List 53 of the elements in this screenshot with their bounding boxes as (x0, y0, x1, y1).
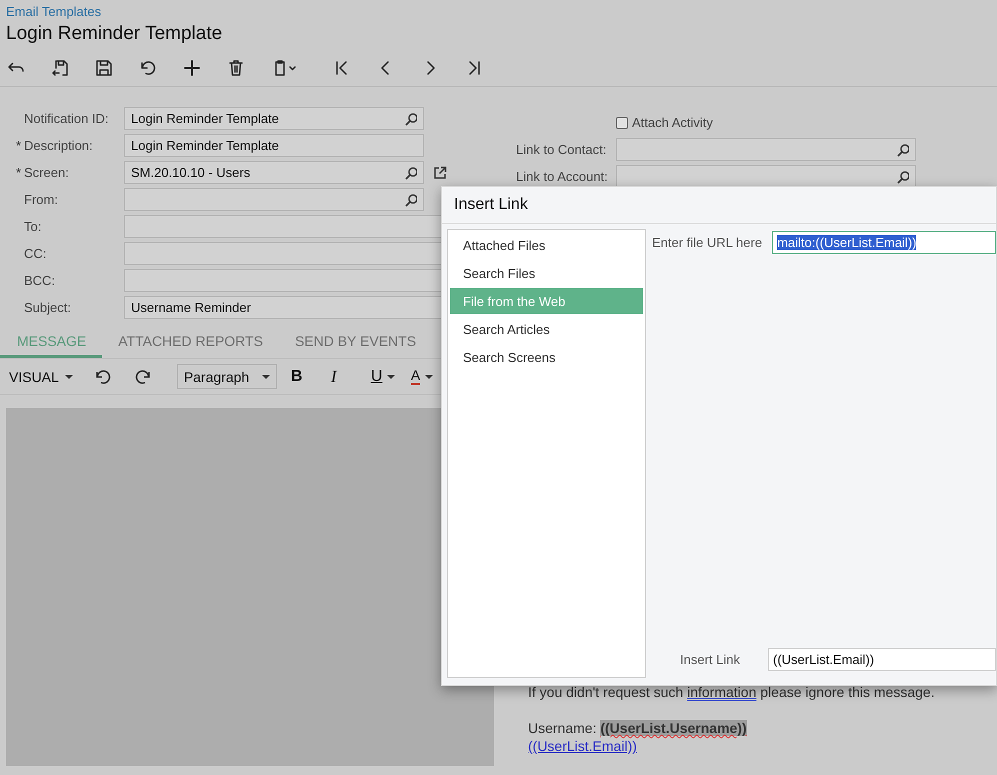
link-text-field[interactable]: ((UserList.Email)) (768, 648, 996, 671)
field-label: Notification ID: (24, 111, 110, 126)
save-icon[interactable] (94, 58, 114, 78)
field-label: Link to Account: (516, 169, 609, 184)
input-field[interactable]: Login Reminder Template (124, 107, 424, 130)
search-icon[interactable] (403, 166, 417, 180)
mode-dropdown[interactable]: VISUAL (9, 368, 73, 384)
source-item[interactable]: Attached Files (450, 232, 643, 258)
underline-button[interactable]: U (370, 368, 382, 386)
save-close-icon[interactable] (50, 58, 70, 78)
message-text: Username: ((UserList.Username)) (528, 720, 747, 736)
link-label: Insert Link (680, 652, 740, 667)
search-icon[interactable] (895, 170, 909, 184)
input-field[interactable] (616, 138, 916, 161)
field-label: Screen: (24, 165, 70, 180)
source-item[interactable]: Search Screens (450, 344, 643, 370)
field-label: From: (24, 192, 59, 207)
italic-button[interactable]: I (330, 366, 336, 386)
source-item[interactable]: Search Files (450, 260, 643, 286)
input-field[interactable] (616, 165, 916, 188)
caret-icon (425, 374, 434, 378)
field-label: Subject: (24, 300, 72, 315)
bold-button[interactable]: B (290, 368, 302, 386)
email-link[interactable]: ((UserList.Email)) (528, 738, 637, 754)
search-icon[interactable] (403, 112, 417, 126)
input-field[interactable]: Login Reminder Template (124, 134, 424, 157)
font-color-button[interactable]: A (410, 368, 420, 385)
field-label: Link to Contact: (516, 142, 608, 157)
redo-icon[interactable] (134, 368, 153, 384)
search-icon[interactable] (895, 142, 909, 156)
source-item[interactable]: Search Articles (450, 316, 643, 342)
url-label: Enter file URL here (652, 235, 762, 250)
url-field[interactable]: mailto:((UserList.Email)) (772, 231, 996, 254)
required-mark: * (14, 165, 22, 180)
add-icon[interactable] (182, 58, 202, 78)
caret-icon (262, 374, 270, 378)
field-label: CC: (24, 246, 48, 261)
field-label: Description: (24, 138, 94, 153)
caret-icon (64, 374, 73, 378)
external-link-icon[interactable] (433, 166, 447, 180)
required-mark: * (14, 138, 22, 153)
checkbox-label: Attach Activity (632, 115, 713, 130)
page-title: Login Reminder Template (6, 23, 224, 45)
message-text: If you didn't request such information please ignore this message. (528, 684, 935, 700)
caret-icon (387, 374, 396, 378)
search-icon[interactable] (403, 192, 417, 206)
field-label: To: (24, 219, 42, 234)
checkbox[interactable] (616, 116, 628, 128)
paragraph-select[interactable]: Paragraph (176, 364, 277, 389)
input-field[interactable]: SM.20.10.10 - Users (124, 161, 424, 184)
dialog-title: Insert Link (454, 196, 528, 214)
field-label: BCC: (24, 273, 56, 288)
input-field[interactable] (124, 188, 424, 211)
